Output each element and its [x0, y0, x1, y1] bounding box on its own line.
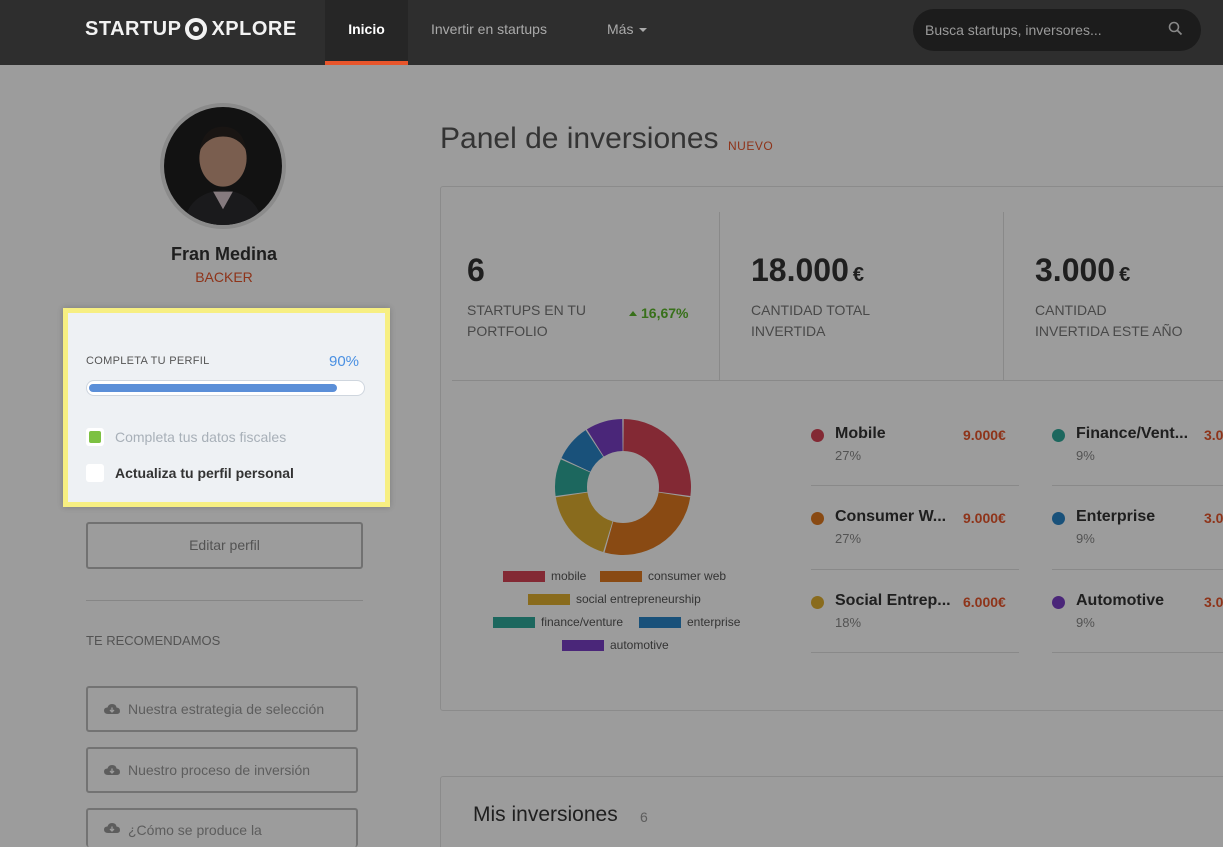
tab-mas[interactable]: Más — [607, 0, 648, 65]
task-checkbox-fiscal[interactable] — [86, 428, 104, 446]
search-input[interactable] — [925, 20, 1165, 40]
search-box — [913, 9, 1201, 51]
search-icon[interactable] — [1168, 21, 1183, 36]
tab-inicio[interactable]: Inicio — [325, 0, 408, 65]
task-label-fiscal[interactable]: Completa tus datos fiscales — [115, 429, 286, 445]
task-label-personal[interactable]: Actualiza tu perfil personal — [115, 465, 294, 481]
profile-progress-bar — [86, 380, 365, 396]
logo-text-right: XPLORE — [211, 17, 297, 40]
profile-progress-fill — [89, 384, 337, 392]
complete-profile-box: COMPLETA TU PERFIL 90% Completa tus dato… — [63, 308, 390, 507]
logo-text-left: STARTUP — [85, 17, 182, 40]
tab-invertir[interactable]: Invertir en startups — [431, 0, 547, 65]
task-checkbox-personal[interactable] — [86, 464, 104, 482]
profile-completion-percent: 90% — [329, 353, 360, 370]
logo[interactable]: STARTUP XPLORE — [85, 17, 297, 41]
profile-completion-title: COMPLETA TU PERFIL — [86, 355, 210, 367]
logo-ring-icon — [185, 18, 208, 40]
top-navbar: STARTUP XPLORE Inicio Invertir en startu… — [0, 0, 1223, 65]
tab-mas-label: Más — [607, 21, 634, 37]
chevron-down-icon — [639, 28, 648, 33]
